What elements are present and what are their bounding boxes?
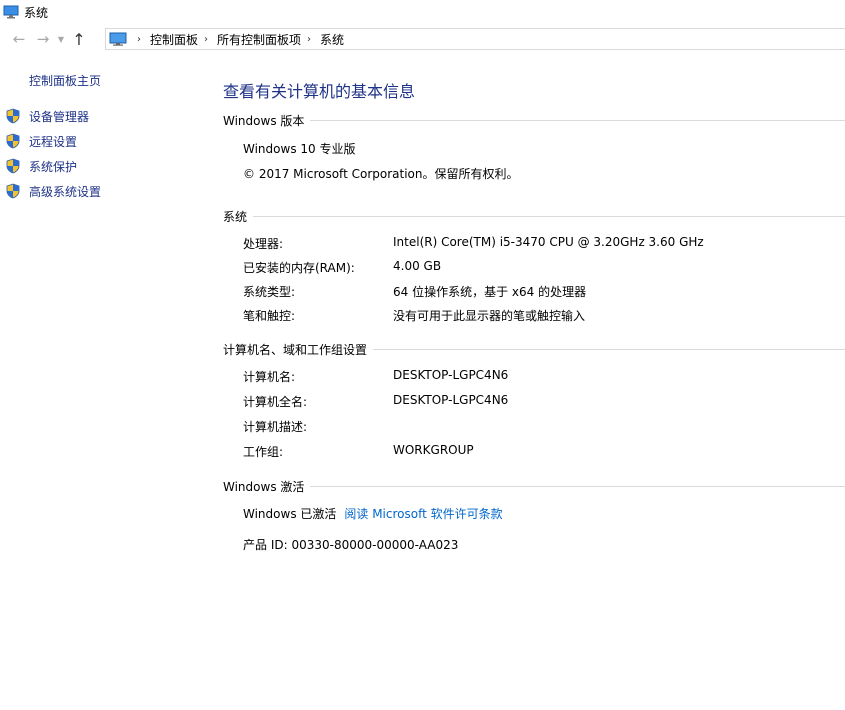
edition-name: Windows 10 专业版 <box>243 142 356 156</box>
sidebar-item-label: 高级系统设置 <box>29 184 102 199</box>
section-divider <box>373 348 845 350</box>
page-title: 查看有关计算机的基本信息 <box>223 82 416 101</box>
sidebar-item-advanced-settings[interactable]: 高级系统设置 <box>5 181 101 201</box>
activation-status-line: Windows 已激活 阅读 Microsoft 软件许可条款 <box>243 505 503 522</box>
breadcrumb-separator-icon[interactable]: › <box>204 34 208 45</box>
info-value: 没有可用于此显示器的笔或触控输入 <box>393 309 586 323</box>
info-label: 笔和触控: <box>243 309 296 323</box>
section-windows-edition: Windows 版本 <box>223 112 845 128</box>
section-heading: Windows 版本 <box>223 113 305 128</box>
section-system: 系统 <box>223 208 845 224</box>
info-row-memory: 已安装的内存(RAM): 4.00 GB <box>243 259 843 275</box>
info-label: 计算机名: <box>243 370 296 384</box>
computer-icon <box>3 5 19 19</box>
breadcrumb-separator-icon[interactable]: › <box>137 34 141 45</box>
uac-shield-icon <box>6 158 20 174</box>
info-label: 计算机描述: <box>243 420 308 434</box>
navigation-bar: ← → ▼ ↑ › 控制面板 › 所有控制面板项 › 系统 <box>0 26 845 52</box>
sidebar-item-system-protection[interactable]: 系统保护 <box>5 156 77 176</box>
uac-shield-icon <box>6 108 20 124</box>
section-heading: Windows 激活 <box>223 479 305 494</box>
section-heading: 计算机名、域和工作组设置 <box>223 342 368 357</box>
info-label: 工作组: <box>243 445 284 459</box>
control-panel-icon <box>109 32 127 46</box>
forward-arrow-icon[interactable]: → <box>31 28 55 50</box>
copyright-text: © 2017 Microsoft Corporation。保留所有权利。 <box>243 167 519 181</box>
activation-status: Windows 已激活 <box>243 507 337 521</box>
sidebar-item-label: 远程设置 <box>29 134 78 149</box>
breadcrumb-control-panel[interactable]: 控制面板 <box>150 31 198 48</box>
product-id: 产品 ID: 00330-80000-00000-AA023 <box>243 538 459 552</box>
info-row-processor: 处理器: Intel(R) Core(TM) i5-3470 CPU @ 3.2… <box>243 235 843 251</box>
info-row-full-computer-name: 计算机全名: DESKTOP-LGPC4N6 <box>243 393 843 409</box>
info-row-workgroup: 工作组: WORKGROUP <box>243 443 843 459</box>
info-value: 64 位操作系统，基于 x64 的处理器 <box>393 285 587 299</box>
section-divider <box>253 215 845 217</box>
license-terms-link[interactable]: 阅读 Microsoft 软件许可条款 <box>344 507 502 521</box>
uac-shield-icon <box>6 183 20 199</box>
section-windows-activation: Windows 激活 <box>223 478 845 494</box>
info-row-computer-description: 计算机描述: <box>243 418 843 434</box>
section-divider <box>310 119 845 121</box>
up-arrow-icon[interactable]: ↑ <box>67 28 91 50</box>
section-heading: 系统 <box>223 209 248 224</box>
sidebar-item-remote-settings[interactable]: 远程设置 <box>5 131 77 151</box>
info-label: 处理器: <box>243 237 284 251</box>
info-value: DESKTOP-LGPC4N6 <box>393 393 509 407</box>
info-value: Intel(R) Core(TM) i5-3470 CPU @ 3.20GHz … <box>393 235 704 249</box>
uac-shield-icon <box>6 133 20 149</box>
info-label: 系统类型: <box>243 285 296 299</box>
breadcrumb-system[interactable]: 系统 <box>320 31 344 48</box>
info-row-system-type: 系统类型: 64 位操作系统，基于 x64 的处理器 <box>243 283 843 299</box>
breadcrumb-all-items[interactable]: 所有控制面板项 <box>217 31 301 48</box>
info-label: 已安装的内存(RAM): <box>243 261 355 275</box>
back-arrow-icon[interactable]: ← <box>7 28 31 50</box>
sidebar-item-label: 系统保护 <box>29 159 78 174</box>
sidebar-home-link[interactable]: 控制面板主页 <box>29 72 101 89</box>
info-value: WORKGROUP <box>393 443 474 457</box>
sidebar-item-label: 设备管理器 <box>29 109 90 124</box>
address-bar[interactable]: › 控制面板 › 所有控制面板项 › 系统 <box>105 28 845 50</box>
window-title: 系统 <box>24 5 49 20</box>
info-row-pen-touch: 笔和触控: 没有可用于此显示器的笔或触控输入 <box>243 307 843 323</box>
recent-locations-chevron-icon[interactable]: ▼ <box>55 28 67 50</box>
breadcrumb-separator-icon[interactable]: › <box>307 34 311 45</box>
info-label: 计算机全名: <box>243 395 308 409</box>
section-computer-name: 计算机名、域和工作组设置 <box>223 341 845 357</box>
info-value: DESKTOP-LGPC4N6 <box>393 368 509 382</box>
title-bar: 系统 <box>0 0 845 24</box>
info-row-computer-name: 计算机名: DESKTOP-LGPC4N6 <box>243 368 843 384</box>
info-value: 4.00 GB <box>393 259 442 273</box>
sidebar-item-device-manager[interactable]: 设备管理器 <box>5 106 89 126</box>
section-divider <box>310 485 845 487</box>
